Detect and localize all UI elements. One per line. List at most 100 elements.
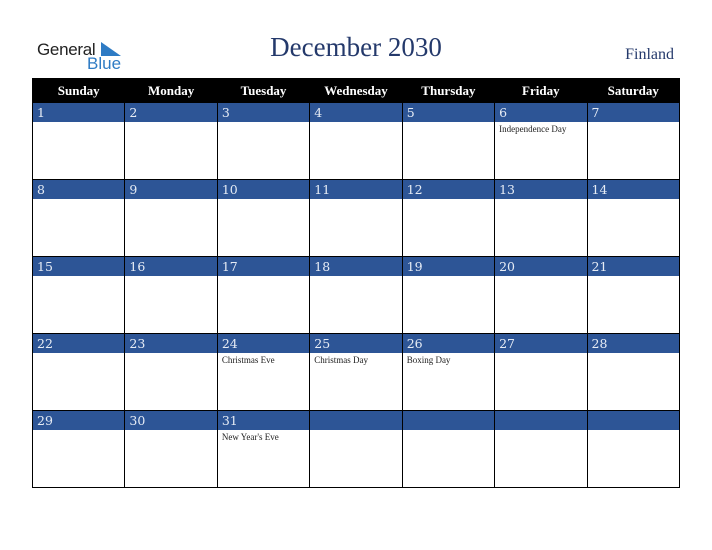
day-number: 15 (33, 257, 125, 276)
holiday-label (403, 122, 494, 124)
day-cell[interactable]: 13 (494, 179, 588, 257)
holiday-label (495, 430, 586, 432)
day-number: 9 (125, 180, 217, 199)
holiday-label (403, 276, 494, 278)
day-number: 20 (495, 257, 587, 276)
weekday-header: Wednesday (309, 78, 403, 103)
week-row: 29 30 31 New Year's Eve (31, 410, 681, 488)
holiday-label (33, 353, 124, 355)
holiday-label (588, 430, 679, 432)
holiday-label (495, 353, 586, 355)
holiday-label (218, 199, 309, 201)
day-cell[interactable]: 14 (586, 179, 681, 257)
calendar-grid: Sunday Monday Tuesday Wednesday Thursday… (31, 78, 681, 488)
weekday-header: Monday (124, 78, 218, 103)
day-cell[interactable]: 2 (124, 102, 218, 180)
holiday-label (588, 199, 679, 201)
weekday-header: Sunday (31, 78, 126, 103)
day-cell[interactable]: 7 (586, 102, 681, 180)
day-cell[interactable]: 9 (124, 179, 218, 257)
day-cell[interactable] (309, 410, 403, 488)
day-number: 11 (310, 180, 402, 199)
day-number: 8 (33, 180, 125, 199)
day-number (402, 411, 495, 430)
week-row: 15 16 17 18 19 20 21 (31, 256, 681, 334)
day-cell[interactable]: 28 (586, 333, 681, 411)
holiday-label: Christmas Day (314, 355, 369, 365)
day-cell[interactable]: 31 New Year's Eve (216, 410, 311, 488)
day-cell[interactable]: 15 (31, 256, 126, 334)
day-number: 18 (310, 257, 402, 276)
day-cell[interactable]: 24 Christmas Eve (216, 333, 311, 411)
day-cell[interactable] (494, 410, 588, 488)
holiday-label (125, 430, 216, 432)
day-number (587, 411, 679, 430)
holiday-label (125, 353, 216, 355)
holiday-label (588, 122, 679, 124)
holiday-label (310, 199, 401, 201)
day-cell[interactable]: 23 (124, 333, 218, 411)
holiday-label: Boxing Day (406, 355, 451, 365)
day-cell[interactable]: 3 (216, 102, 311, 180)
day-cell[interactable]: 16 (124, 256, 218, 334)
day-number: 1 (33, 103, 125, 122)
holiday-label (403, 430, 494, 432)
day-cell[interactable]: 6 Independence Day (494, 102, 588, 180)
day-cell[interactable]: 27 (494, 333, 588, 411)
week-row: 1 2 3 4 5 6 Independence Day 7 (31, 102, 681, 180)
day-number: 5 (402, 103, 495, 122)
weekday-header: Tuesday (216, 78, 311, 103)
weekday-header: Thursday (401, 78, 496, 103)
day-number: 2 (125, 103, 217, 122)
holiday-label (588, 353, 679, 355)
day-cell[interactable]: 21 (586, 256, 681, 334)
day-number: 16 (125, 257, 217, 276)
holiday-label (125, 276, 216, 278)
day-cell[interactable]: 11 (309, 179, 403, 257)
holiday-label (218, 122, 309, 124)
day-cell[interactable]: 1 (31, 102, 126, 180)
day-number: 19 (402, 257, 495, 276)
holiday-label: New Year's Eve (221, 432, 279, 442)
day-number: 6 (495, 103, 587, 122)
day-cell[interactable]: 25 Christmas Day (309, 333, 403, 411)
day-number (310, 411, 402, 430)
holiday-label (403, 199, 494, 201)
weekday-header: Friday (494, 78, 588, 103)
day-number: 30 (125, 411, 217, 430)
day-cell[interactable]: 5 (401, 102, 496, 180)
day-number: 3 (217, 103, 310, 122)
day-cell[interactable]: 4 (309, 102, 403, 180)
day-number: 7 (587, 103, 679, 122)
calendar-title: December 2030 (270, 32, 442, 62)
day-number: 4 (310, 103, 402, 122)
holiday-label (218, 276, 309, 278)
day-cell[interactable]: 10 (216, 179, 311, 257)
day-number: 24 (217, 334, 310, 353)
day-cell[interactable]: 30 (124, 410, 218, 488)
holiday-label (33, 276, 124, 278)
day-number: 22 (33, 334, 125, 353)
week-row: 8 9 10 11 12 13 14 (31, 179, 681, 257)
day-cell[interactable]: 29 (31, 410, 126, 488)
day-cell[interactable]: 20 (494, 256, 588, 334)
day-cell[interactable]: 12 (401, 179, 496, 257)
day-cell[interactable]: 18 (309, 256, 403, 334)
day-number: 21 (587, 257, 679, 276)
holiday-label (33, 430, 124, 432)
day-cell[interactable]: 22 (31, 333, 126, 411)
country-label: Finland (625, 46, 674, 63)
day-cell[interactable]: 19 (401, 256, 496, 334)
day-cell[interactable]: 17 (216, 256, 311, 334)
day-cell[interactable]: 26 Boxing Day (401, 333, 496, 411)
day-number: 27 (495, 334, 587, 353)
holiday-label (310, 430, 401, 432)
day-number: 13 (495, 180, 587, 199)
holiday-label (588, 276, 679, 278)
holiday-label: Independence Day (499, 124, 567, 134)
day-number: 12 (402, 180, 495, 199)
day-cell[interactable] (401, 410, 496, 488)
day-cell[interactable] (586, 410, 681, 488)
weekday-header-row: Sunday Monday Tuesday Wednesday Thursday… (31, 78, 681, 103)
day-cell[interactable]: 8 (31, 179, 126, 257)
